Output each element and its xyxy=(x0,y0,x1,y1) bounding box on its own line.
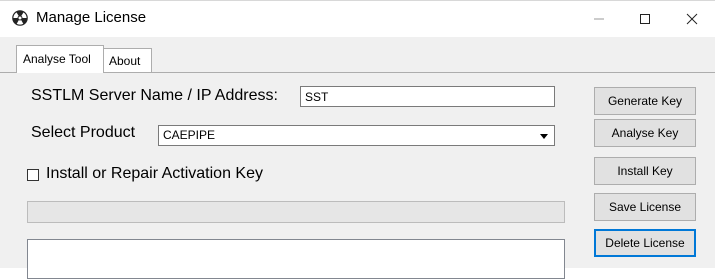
install-key-button[interactable]: Install Key xyxy=(594,157,696,185)
product-select[interactable]: CAEPIPE xyxy=(158,125,555,146)
close-button[interactable] xyxy=(669,1,715,37)
progress-bar xyxy=(27,201,565,223)
select-product-label: Select Product xyxy=(31,124,136,141)
minimize-button[interactable] xyxy=(576,1,622,37)
log-output[interactable] xyxy=(27,239,565,279)
manage-license-window: Manage License Analyse Tool About SSTLM … xyxy=(0,0,715,279)
close-icon xyxy=(686,13,698,25)
title-bar[interactable]: Manage License xyxy=(0,1,715,37)
analyse-tool-panel: SSTLM Server Name / IP Address: Select P… xyxy=(0,73,715,279)
activation-key-checkbox[interactable] xyxy=(27,169,39,181)
generate-key-button[interactable]: Generate Key xyxy=(594,87,696,115)
tab-strip: Analyse Tool About xyxy=(0,37,715,73)
maximize-button[interactable] xyxy=(622,1,668,37)
activation-key-label: Install or Repair Activation Key xyxy=(46,165,263,182)
delete-license-button[interactable]: Delete License xyxy=(594,229,696,257)
analyse-key-button[interactable]: Analyse Key xyxy=(594,119,696,147)
window-title: Manage License xyxy=(36,9,147,26)
dropdown-arrow-icon[interactable] xyxy=(538,130,550,142)
tab-about[interactable]: About xyxy=(104,48,152,72)
server-name-label: SSTLM Server Name / IP Address: xyxy=(31,87,278,104)
server-name-input[interactable] xyxy=(300,86,555,107)
save-license-button[interactable]: Save License xyxy=(594,193,696,221)
minimize-icon xyxy=(594,18,604,20)
maximize-icon xyxy=(640,14,650,24)
tab-analyse-tool[interactable]: Analyse Tool xyxy=(16,45,104,73)
product-selected-value: CAEPIPE xyxy=(163,128,216,142)
radioactive-icon[interactable] xyxy=(12,10,28,26)
